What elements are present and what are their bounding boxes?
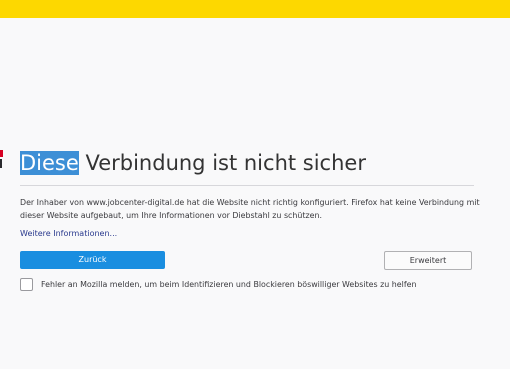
title-rest-text: Verbindung ist nicht sicher: [78, 151, 366, 175]
report-error-checkbox[interactable]: [20, 278, 33, 291]
back-button[interactable]: Zurück: [20, 251, 165, 269]
title-selected-text: Diese: [20, 151, 79, 175]
error-page: Diese Verbindung ist nicht sicher Der In…: [0, 0, 510, 369]
advanced-button[interactable]: Erweitert: [384, 251, 472, 270]
warning-icon: [0, 150, 3, 168]
more-info-link[interactable]: Weitere Informationen...: [20, 228, 117, 240]
report-error-label[interactable]: Fehler an Mozilla melden, um beim Identi…: [41, 279, 416, 291]
error-description: Der Inhaber von www.jobcenter-digital.de…: [20, 198, 480, 220]
title-divider: [20, 185, 474, 186]
page-title: Diese Verbindung ist nicht sicher: [20, 150, 366, 176]
